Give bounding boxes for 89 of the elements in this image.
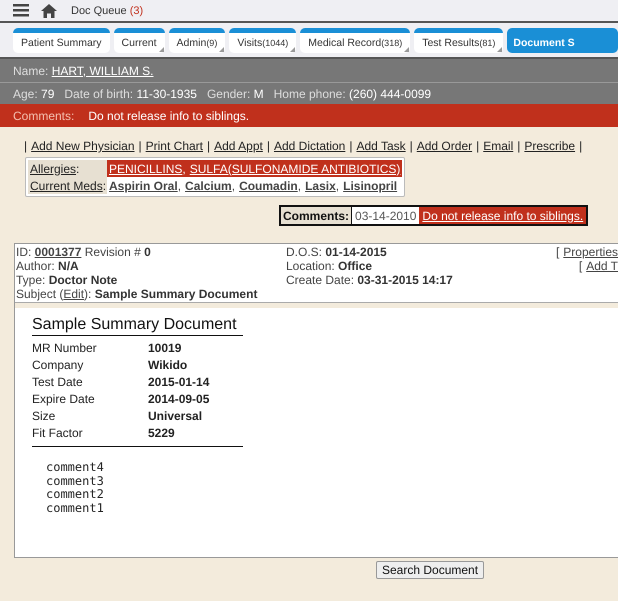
field-label: Size	[32, 409, 56, 423]
separator: |	[410, 139, 413, 153]
separator: |	[349, 139, 352, 153]
patient-field-label: Date of birth:	[64, 86, 134, 100]
comma: ,	[178, 178, 182, 192]
tab[interactable]: Test Results(81)	[414, 28, 504, 53]
name-label: Name:	[13, 64, 48, 78]
comma: ,	[298, 178, 302, 192]
patient-field-label: Home phone:	[274, 86, 346, 100]
home-icon[interactable]	[41, 4, 57, 18]
subject-value: ): Sample Summary Document	[84, 287, 258, 301]
separator: |	[266, 139, 270, 153]
action-link[interactable]: Add Appt	[214, 139, 263, 153]
separator: |	[517, 139, 520, 153]
patient-field-value: M	[254, 86, 264, 100]
document-type: Type: Doctor Note	[16, 273, 118, 287]
patient-name-link[interactable]: HART, WILLIAM S.	[52, 64, 154, 78]
separator: |	[24, 139, 28, 153]
field-value: Wikido	[148, 358, 188, 372]
tab[interactable]: Visits(1044)	[229, 28, 296, 53]
allergy-link[interactable]: SULFA(SULFONAMIDE ANTIBIOTICS)	[190, 162, 400, 176]
field-value: 2015-01-14	[148, 375, 210, 389]
patient-field-value: (260) 444-0099	[349, 86, 432, 100]
field-value: Universal	[148, 409, 204, 423]
med-link[interactable]: Aspirin Oral	[109, 178, 178, 192]
comma: ,	[232, 178, 236, 192]
document-title: Sample Summary Document	[32, 316, 243, 336]
action-link[interactable]: Prescribe	[524, 139, 576, 153]
med-link[interactable]: Lasix	[305, 178, 336, 192]
document-link[interactable]: Properties	[563, 245, 618, 259]
dos: D.O.S: 01-14-2015	[286, 245, 388, 259]
field-value: 5229	[148, 426, 176, 440]
doc-queue-link[interactable]: Doc Queue (3)	[71, 4, 144, 16]
tab[interactable]: Patient Summary	[13, 28, 110, 53]
patient-field-value: 79	[41, 86, 54, 100]
document-author: Author: N/A	[16, 259, 80, 273]
field-label: Company	[32, 358, 84, 372]
action-link[interactable]: Print Chart	[146, 139, 203, 153]
med-link[interactable]: Lisinopril	[343, 178, 398, 192]
separator: |	[207, 139, 210, 153]
patient-field-value: 11-30-1935	[136, 86, 197, 100]
comment-line: comment1	[46, 502, 105, 515]
bracket: [	[556, 245, 560, 259]
document-id: ID: 0001377 Revision # 0	[16, 245, 152, 259]
location: Location: Office	[286, 259, 374, 273]
allergy-link[interactable]: PENICILLINS	[109, 162, 182, 176]
action-link[interactable]: Add Order	[416, 139, 472, 153]
menu-icon[interactable]	[13, 4, 29, 17]
comments-text: Do not release info to siblings.	[88, 108, 250, 122]
tab[interactable]: Medical Record(318)	[300, 28, 410, 53]
separator: |	[476, 139, 480, 153]
patient-field-label: Gender:	[206, 86, 250, 100]
field-label: Fit Factor	[32, 426, 84, 440]
comment-line: comment3	[46, 474, 105, 488]
comments-label: Comments:	[13, 108, 74, 122]
separator: |	[138, 139, 142, 153]
edit-link[interactable]: Edit	[63, 287, 84, 301]
bracket: [	[578, 259, 582, 273]
colon: :	[102, 178, 106, 192]
action-link[interactable]: Email	[483, 139, 514, 153]
separator: |	[579, 139, 582, 153]
comment-line: comment2	[46, 488, 105, 502]
field-value: 10019	[148, 341, 182, 355]
colon: :	[76, 162, 80, 176]
action-link[interactable]: Add New Physician	[31, 139, 135, 153]
document-link[interactable]: Add T	[586, 259, 618, 273]
subject-label: Subject (	[16, 287, 64, 301]
action-link[interactable]: Add Task	[356, 139, 406, 153]
tab[interactable]: Document S	[507, 28, 618, 53]
comment-date: 03-14-2010	[352, 207, 420, 224]
comment-text-link[interactable]: Do not release info to siblings.	[419, 207, 586, 224]
med-link[interactable]: Coumadin	[239, 178, 298, 192]
patient-field-label: Age:	[13, 86, 38, 100]
med-link[interactable]: Calcium	[185, 178, 232, 192]
field-label: MR Number	[32, 341, 98, 355]
comment-line: comment4	[46, 461, 105, 474]
search-document-button[interactable]: Search Document	[376, 561, 484, 579]
create-date: Create Date: 03-31-2015 14:17	[286, 273, 454, 287]
field-label: Test Date	[32, 375, 84, 389]
comma: ,	[182, 162, 186, 176]
field-label: Expire Date	[32, 392, 96, 406]
comments-label: Comments:	[281, 207, 352, 224]
tab[interactable]: Admin(9)	[168, 28, 226, 53]
allergies-link[interactable]: Allergies	[30, 162, 76, 176]
current-meds-link[interactable]: Current Meds	[30, 178, 103, 192]
action-link[interactable]: Add Dictation	[274, 139, 346, 153]
field-value: 2014-09-05	[148, 392, 210, 406]
comma: ,	[336, 178, 340, 192]
tab[interactable]: Current	[114, 28, 165, 53]
